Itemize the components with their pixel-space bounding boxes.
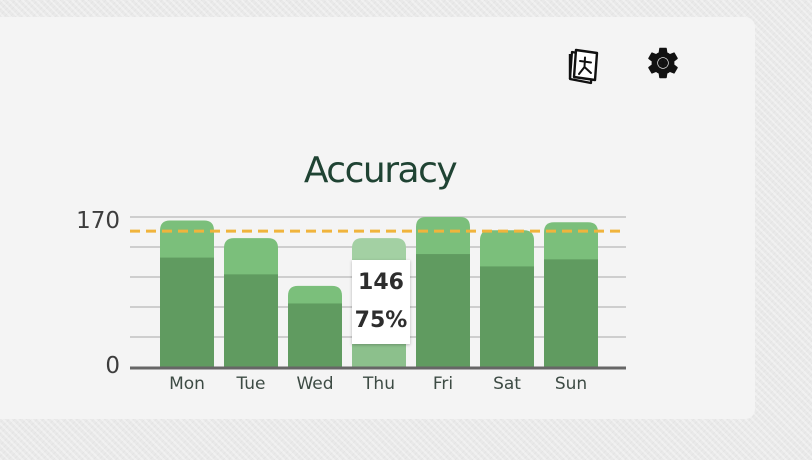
y-tick-label: 0 [105,353,120,379]
bar-correct [224,274,278,367]
bar-correct [416,254,470,367]
accuracy-bar-chart: 0 170 Mon Tue Wed Thu Fri Sat Sun [76,208,626,394]
bar-correct [160,257,214,367]
bar-correct [288,303,342,367]
x-tick-label: Thu [362,374,395,394]
x-tick-label: Wed [296,374,333,394]
bar-correct [544,259,598,367]
x-tick-label: Tue [235,374,265,394]
x-tick-label: Fri [433,374,453,394]
x-tick-label: Mon [169,374,205,394]
tooltip-percent: 75% [354,308,408,333]
x-tick-label: Sat [493,374,521,394]
y-tick-label: 170 [76,208,120,234]
tooltip-value: 146 [358,270,404,295]
x-tick-label: Sun [555,374,587,394]
bar-correct [480,266,534,367]
bar-tooltip: 146 75% [352,260,410,344]
